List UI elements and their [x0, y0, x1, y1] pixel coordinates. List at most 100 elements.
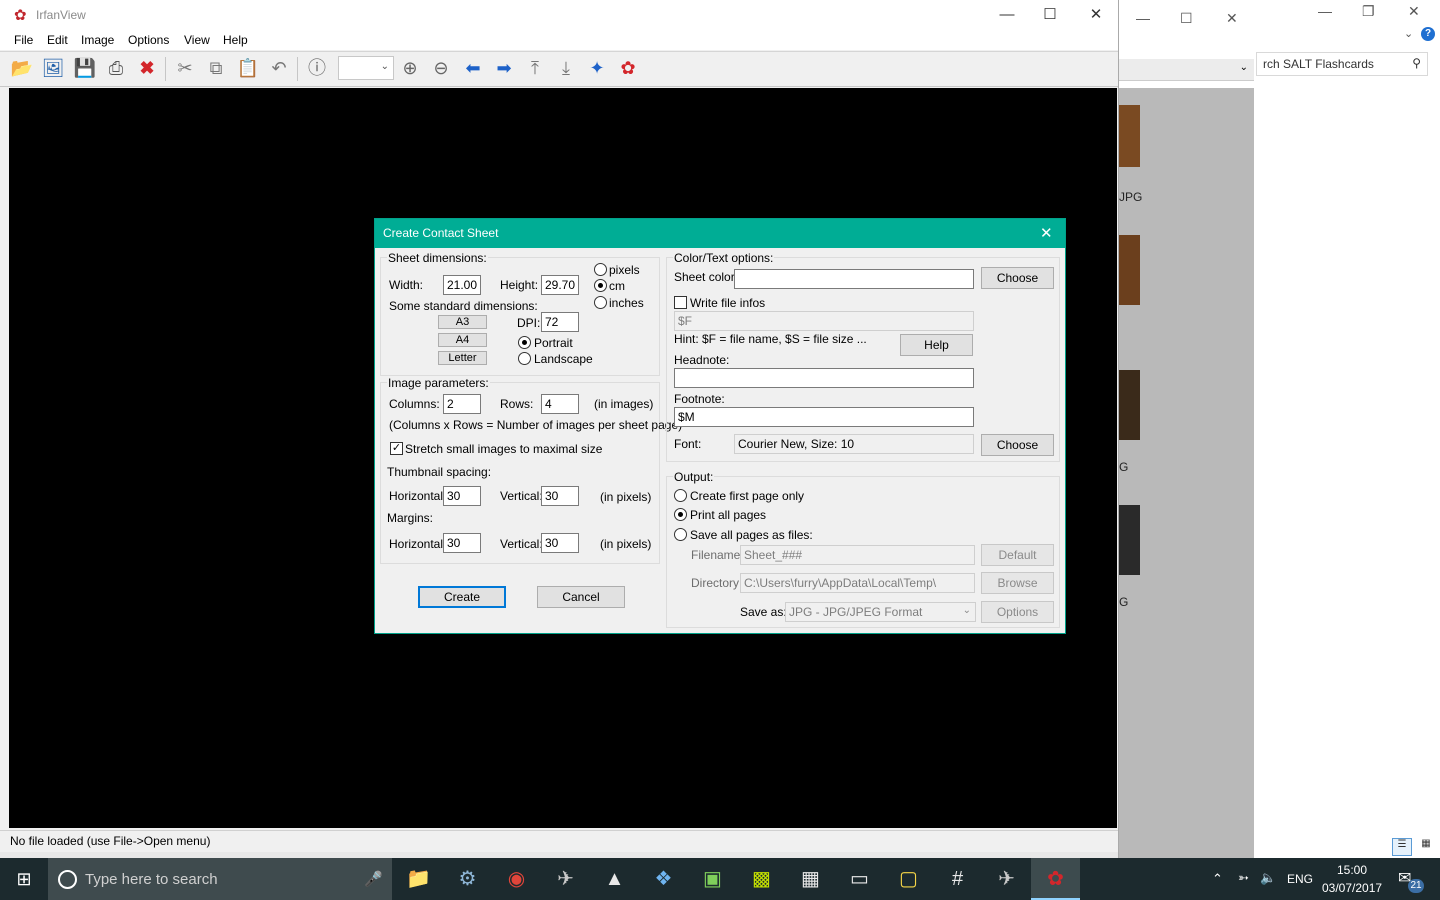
thumbnail[interactable]: [1118, 235, 1140, 305]
directory-field[interactable]: C:\Users\furry\AppData\Local\Temp\: [740, 573, 975, 593]
zoom-dropdown[interactable]: ⌄: [338, 56, 394, 80]
large-icons-view-icon[interactable]: ▦: [1416, 838, 1436, 856]
menu-image[interactable]: Image: [81, 33, 114, 47]
create-first-page-radio[interactable]: [674, 489, 687, 502]
default-name-button[interactable]: Default name: [981, 544, 1054, 582]
footnote-field[interactable]: $M: [674, 407, 974, 427]
columns-field[interactable]: 2: [443, 394, 481, 414]
a4-button[interactable]: A4: [438, 333, 487, 347]
microphone-icon[interactable]: 🎤: [364, 870, 383, 888]
details-view-icon[interactable]: ☰: [1392, 838, 1412, 856]
menu-file[interactable]: File: [14, 33, 33, 47]
clock-time[interactable]: 15:00: [1337, 863, 1367, 877]
zoom-in-icon[interactable]: ⊕: [398, 56, 422, 80]
print-all-pages-radio[interactable]: [674, 508, 687, 521]
search-input[interactable]: rch SALT Flashcards ⚲: [1256, 52, 1428, 76]
language-indicator[interactable]: ENG: [1287, 872, 1313, 886]
app-icon[interactable]: ▩: [737, 858, 786, 900]
margins-vertical-field[interactable]: 30: [541, 533, 579, 553]
help-icon[interactable]: ?: [1421, 27, 1435, 41]
previous-icon[interactable]: ⬅: [461, 56, 485, 80]
stretch-checkbox[interactable]: ✓: [390, 442, 403, 455]
clock-date[interactable]: 03/07/2017: [1322, 881, 1382, 895]
dpi-field[interactable]: 72: [541, 312, 579, 332]
file-explorer-icon[interactable]: 📁: [394, 858, 443, 900]
menu-edit[interactable]: Edit: [47, 33, 68, 47]
cancel-button[interactable]: Cancel: [537, 586, 625, 608]
save-all-pages-radio[interactable]: [674, 528, 687, 541]
spacing-horizontal-field[interactable]: 30: [443, 486, 481, 506]
browse-button[interactable]: Browse: [981, 572, 1054, 594]
create-button[interactable]: Create: [418, 586, 506, 608]
restore-icon[interactable]: ❐: [1362, 3, 1375, 20]
menu-options[interactable]: Options: [128, 33, 169, 47]
height-field[interactable]: 29.70: [541, 275, 579, 295]
menu-view[interactable]: View: [184, 33, 210, 47]
app-icon[interactable]: ✈: [541, 858, 590, 900]
windows-start-icon[interactable]: ⊞: [0, 858, 48, 900]
close-icon[interactable]: ✕: [1226, 10, 1238, 27]
maximize-icon[interactable]: ☐: [1180, 10, 1193, 27]
volume-icon[interactable]: 🔈: [1260, 870, 1276, 886]
a3-button[interactable]: A3: [438, 315, 487, 329]
maximize-icon[interactable]: ☐: [1027, 4, 1073, 28]
delete-icon[interactable]: ✖: [135, 56, 159, 80]
chevron-down-icon[interactable]: ⌄: [1404, 27, 1413, 40]
filename-field[interactable]: Sheet_###: [740, 545, 975, 565]
app-icon[interactable]: ❖: [639, 858, 688, 900]
save-as-dropdown[interactable]: JPG - JPG/JPEG Format ⌄: [785, 602, 976, 622]
address-dropdown[interactable]: ⌄: [1118, 59, 1254, 81]
slideshow-icon[interactable]: 🖼: [41, 56, 65, 80]
format-options-button[interactable]: Options: [981, 601, 1054, 623]
sticky-notes-icon[interactable]: ▢: [884, 858, 933, 900]
twitch-icon[interactable]: ▭: [835, 858, 884, 900]
irfanview-logo-icon[interactable]: ✿: [616, 56, 640, 80]
headnote-field[interactable]: [674, 368, 974, 388]
paste-icon[interactable]: 📋: [236, 56, 260, 80]
portrait-radio[interactable]: [518, 336, 531, 349]
view-mode-buttons[interactable]: ☰ ▦: [1392, 838, 1436, 856]
irfanview-icon[interactable]: ✿: [1031, 858, 1080, 900]
calculator-icon[interactable]: ▦: [786, 858, 835, 900]
first-page-icon[interactable]: ⤒: [523, 56, 547, 80]
menu-help[interactable]: Help: [223, 33, 248, 47]
sheet-color-choose-button[interactable]: Choose: [981, 267, 1054, 289]
write-file-infos-checkbox[interactable]: [674, 296, 687, 309]
margins-horizontal-field[interactable]: 30: [443, 533, 481, 553]
search-icon[interactable]: ⚲: [1412, 56, 1421, 70]
info-icon[interactable]: ⓘ: [305, 56, 329, 80]
inkscape-icon[interactable]: ▲: [590, 858, 639, 900]
file-infos-field[interactable]: $F: [674, 311, 974, 331]
close-icon[interactable]: ✕: [1408, 3, 1420, 20]
app-icon[interactable]: ✈: [982, 858, 1031, 900]
thumbnail[interactable]: [1118, 505, 1140, 575]
app-icon[interactable]: ▣: [688, 858, 737, 900]
save-icon[interactable]: 💾: [73, 56, 97, 80]
unit-cm-radio[interactable]: [594, 279, 607, 292]
close-icon[interactable]: ✕: [1073, 4, 1119, 28]
last-page-icon[interactable]: ⤓: [554, 56, 578, 80]
font-choose-button[interactable]: Choose: [981, 434, 1054, 456]
unit-inches-radio[interactable]: [594, 296, 607, 309]
width-field[interactable]: 21.00: [443, 275, 481, 295]
cut-icon[interactable]: ✂: [173, 56, 197, 80]
rows-field[interactable]: 4: [541, 394, 579, 414]
letter-button[interactable]: Letter: [438, 351, 487, 365]
hint-help-button[interactable]: Help: [900, 334, 973, 356]
next-icon[interactable]: ➡: [492, 56, 516, 80]
minimize-icon[interactable]: —: [1136, 10, 1150, 26]
close-icon[interactable]: ✕: [1040, 224, 1053, 242]
thumbnail[interactable]: [1118, 370, 1140, 440]
steam-icon[interactable]: ⚙: [443, 858, 492, 900]
undo-icon[interactable]: ↶: [267, 56, 291, 80]
minimize-icon[interactable]: —: [984, 4, 1030, 28]
network-icon[interactable]: ➳: [1238, 870, 1249, 886]
zoom-out-icon[interactable]: ⊖: [429, 56, 453, 80]
options-icon[interactable]: ✦: [585, 56, 609, 80]
open-icon[interactable]: 📂: [10, 56, 34, 80]
slack-icon[interactable]: #: [933, 858, 982, 900]
copy-icon[interactable]: ⧉: [204, 56, 228, 80]
print-icon[interactable]: ⎙: [104, 56, 128, 80]
minimize-icon[interactable]: —: [1318, 3, 1332, 19]
chevron-up-icon[interactable]: ⌃: [1212, 871, 1223, 887]
